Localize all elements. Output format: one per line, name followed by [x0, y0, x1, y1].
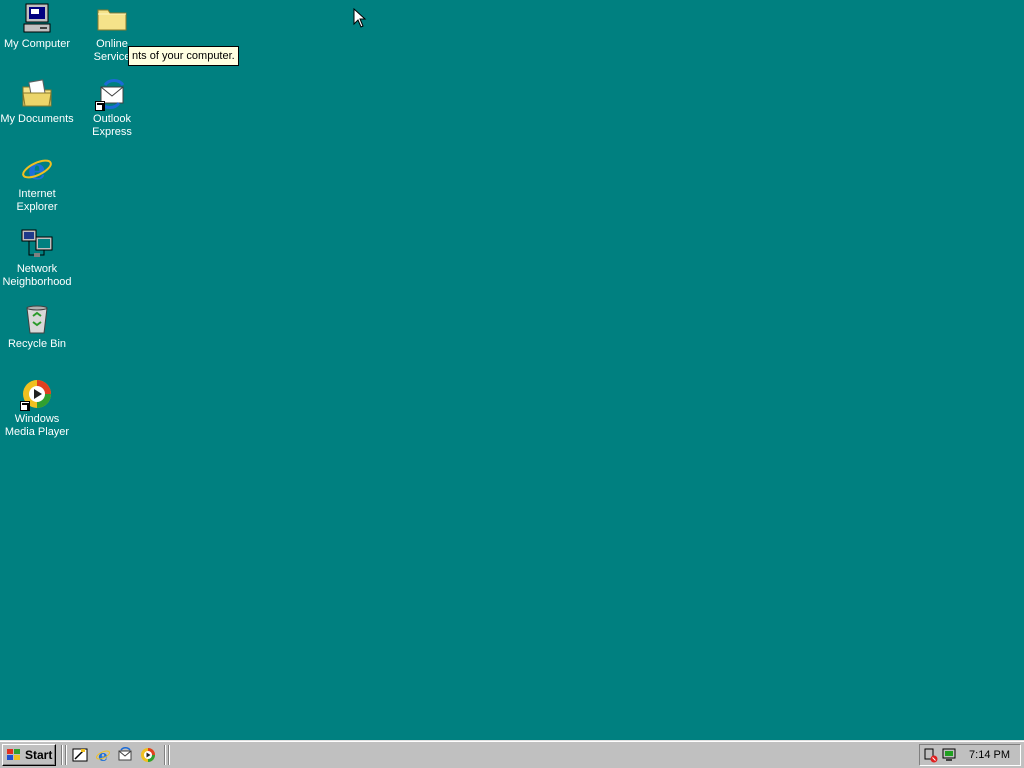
desktop-icon-internet-explorer[interactable]: e Internet Explorer	[0, 152, 74, 214]
desktop-icon-label: My Documents	[0, 113, 74, 125]
start-label: Start	[25, 748, 53, 762]
my-computer-icon	[20, 2, 54, 36]
network-neighborhood-icon	[20, 227, 54, 261]
taskbar-separator	[164, 745, 166, 765]
start-button[interactable]: Start	[2, 744, 56, 766]
taskbar-separator	[168, 745, 170, 765]
windows-media-player-icon	[20, 377, 54, 411]
taskbar-separator	[65, 745, 67, 765]
folder-icon	[95, 2, 129, 36]
network-tray-icon[interactable]	[941, 747, 957, 763]
system-tray: 7:14 PM	[919, 744, 1021, 766]
clock[interactable]: 7:14 PM	[969, 749, 1010, 761]
recycle-bin-icon	[20, 302, 54, 336]
desktop-icon-label: Internet Explorer	[16, 188, 58, 213]
desktop-icon-my-documents[interactable]: My Documents	[0, 77, 74, 126]
desktop-icon-label: Recycle Bin	[7, 338, 67, 350]
shortcut-arrow-icon	[95, 101, 105, 111]
outlook-express-icon	[95, 77, 129, 111]
desktop-icon-network-neighborhood[interactable]: Network Neighborhood	[0, 227, 74, 289]
desktop-icon-label: Windows Media Player	[4, 413, 70, 438]
desktop[interactable]: My Computer Online Service My Documents	[0, 0, 1024, 740]
windows-logo-icon	[7, 749, 20, 760]
outlook-express-icon[interactable]	[117, 747, 133, 763]
shortcut-arrow-icon	[20, 401, 30, 411]
windows-media-player-icon[interactable]	[140, 747, 156, 763]
mouse-pointer-icon	[353, 8, 367, 28]
desktop-icon-recycle-bin[interactable]: Recycle Bin	[0, 302, 74, 351]
desktop-icon-my-computer[interactable]: My Computer	[0, 2, 74, 51]
desktop-icon-label: Outlook Express	[92, 113, 132, 138]
taskbar: Start e 7:14 PM	[0, 740, 1024, 768]
taskbar-separator	[61, 745, 63, 765]
desktop-icon-label: My Computer	[3, 38, 71, 50]
show-desktop-icon[interactable]	[72, 747, 88, 763]
desktop-icon-outlook-express[interactable]: Outlook Express	[75, 77, 149, 139]
internet-explorer-icon[interactable]: e	[95, 747, 111, 763]
my-documents-icon	[20, 77, 54, 111]
desktop-icon-label: Network Neighborhood	[2, 263, 72, 288]
tooltip: nts of your computer.	[128, 46, 239, 66]
volume-icon[interactable]	[923, 747, 939, 763]
svg-text:e: e	[28, 153, 46, 186]
internet-explorer-icon: e	[20, 152, 54, 186]
svg-text:e: e	[98, 747, 108, 763]
desktop-icon-windows-media-player[interactable]: Windows Media Player	[0, 377, 74, 439]
